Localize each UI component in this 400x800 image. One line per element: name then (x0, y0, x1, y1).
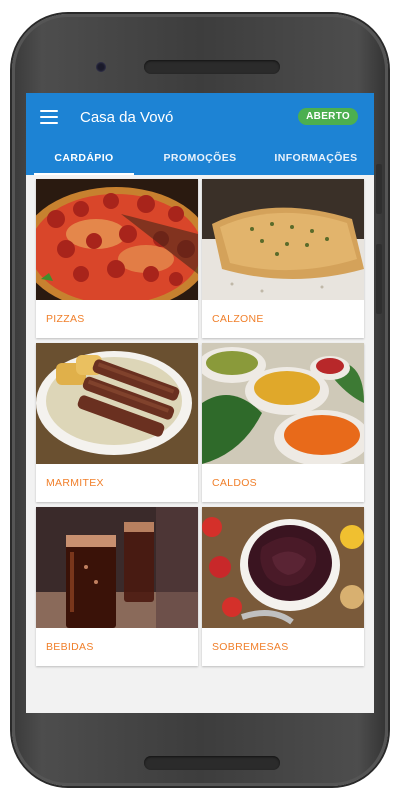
tab-bar: CARDÁPIO PROMOÇÕES INFORMAÇÕES (26, 141, 374, 175)
category-label: CALZONE (212, 313, 264, 325)
category-card-pizzas[interactable]: PIZZAS (36, 179, 198, 338)
status-badge: ABERTO (298, 108, 358, 125)
app-screen: Casa da Vovó ABERTO CARDÁPIO PROMOÇÕES I… (26, 93, 374, 713)
category-label: CALDOS (212, 477, 257, 489)
category-label: MARMITEX (46, 477, 104, 489)
category-card-calzone[interactable]: CALZONE (202, 179, 364, 338)
front-camera (96, 62, 106, 72)
app-bar: Casa da Vovó ABERTO CARDÁPIO PROMOÇÕES I… (26, 93, 374, 175)
tab-cardapio[interactable]: CARDÁPIO (26, 141, 142, 175)
category-card-caldos[interactable]: CALDOS (202, 343, 364, 502)
bebidas-photo (36, 507, 198, 628)
tab-promocoes[interactable]: PROMOÇÕES (142, 141, 258, 175)
app-title: Casa da Vovó (80, 108, 174, 126)
earpiece-speaker (144, 60, 280, 74)
pizza-photo (36, 179, 198, 300)
toolbar: Casa da Vovó ABERTO (26, 93, 374, 141)
category-card-sobremesas[interactable]: SOBREMESAS (202, 507, 364, 666)
power-button (376, 244, 382, 314)
category-card-bebidas[interactable]: BEBIDAS (36, 507, 198, 666)
sobremesas-photo (202, 507, 364, 628)
category-card-marmitex[interactable]: MARMITEX (36, 343, 198, 502)
tab-informacoes[interactable]: INFORMAÇÕES (258, 141, 374, 175)
category-label: SOBREMESAS (212, 641, 289, 653)
bottom-speaker (144, 756, 280, 770)
caldos-photo (202, 343, 364, 464)
calzone-photo (202, 179, 364, 300)
category-label: BEBIDAS (46, 641, 94, 653)
volume-button (376, 164, 382, 214)
category-grid: PIZZAS CALZONE MARMITEX CALDOS BEBIDAS S… (26, 175, 374, 666)
hamburger-menu-icon[interactable] (40, 110, 58, 124)
marmitex-photo (36, 343, 198, 464)
category-label: PIZZAS (46, 313, 85, 325)
